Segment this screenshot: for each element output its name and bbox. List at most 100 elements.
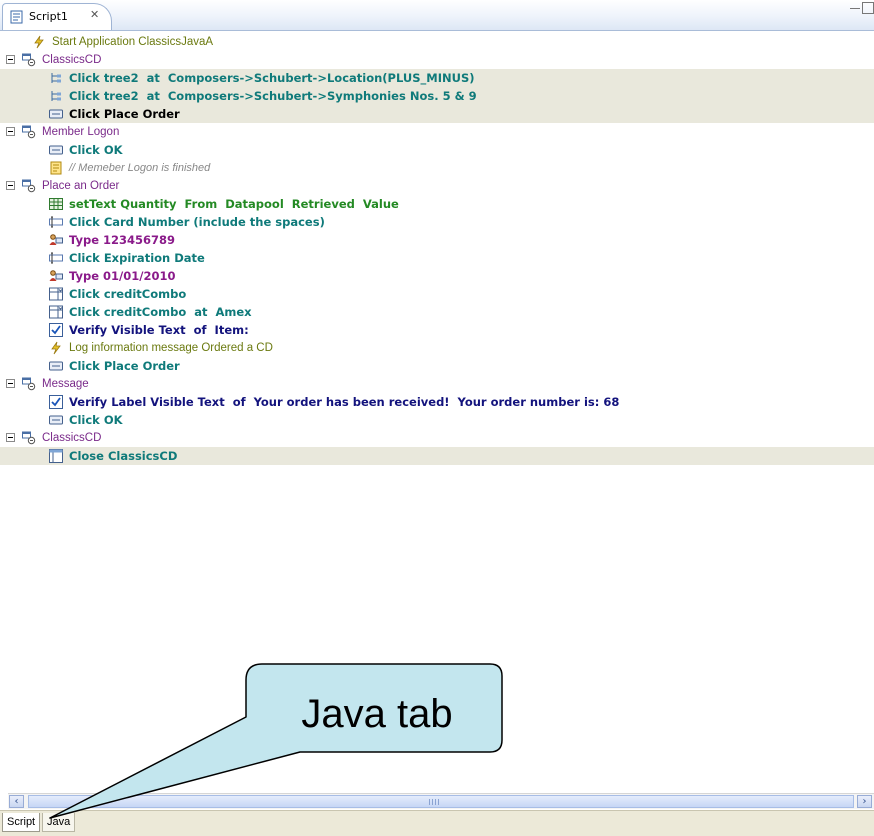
- step-target: Place Order: [103, 359, 180, 373]
- combo-icon: [49, 287, 63, 301]
- tree-step-row[interactable]: Verify Visible Text of Item:: [0, 321, 874, 339]
- tree-step-row[interactable]: Click tree2 at Composers->Schubert->Loca…: [0, 69, 874, 87]
- tree-group-row[interactable]: Place an Order: [0, 177, 874, 195]
- step-label: setText Quantity From Datapool Retrieved…: [69, 195, 399, 213]
- group-label: ClassicsCD: [42, 432, 102, 444]
- group-label: ClassicsCD: [42, 54, 102, 66]
- tree-step-row[interactable]: Click Expiration Date: [0, 249, 874, 267]
- tree-step-row[interactable]: Type 01/01/2010: [0, 267, 874, 285]
- datapool-icon: [49, 197, 63, 211]
- step-label: Click Place Order: [69, 105, 180, 123]
- group-label: Message: [42, 378, 89, 390]
- tree-step-row[interactable]: Click OK: [0, 141, 874, 159]
- button-icon: [49, 107, 63, 121]
- tree-step-row[interactable]: Click OK: [0, 411, 874, 429]
- type-icon: [49, 269, 63, 283]
- tree-step-row[interactable]: Click Place Order: [0, 357, 874, 375]
- horizontal-scrollbar[interactable]: ‹ ›: [8, 793, 874, 809]
- script-file-icon: [10, 10, 23, 24]
- step-verb: Verify: [69, 395, 108, 409]
- step-target: creditCombo: [103, 287, 187, 301]
- tree-step-row[interactable]: Click creditCombo: [0, 285, 874, 303]
- maximize-icon[interactable]: [862, 2, 874, 14]
- textfield-icon: [49, 251, 63, 265]
- comment-icon: [49, 161, 63, 175]
- tree-step-row[interactable]: Verify Label Visible Text of Your order …: [0, 393, 874, 411]
- step-label: Close ClassicsCD: [69, 447, 177, 465]
- tree-step-row[interactable]: Click creditCombo at Amex: [0, 303, 874, 321]
- scroll-grip-icon: [429, 799, 439, 805]
- step-verb: Click: [69, 215, 100, 229]
- step-label: Click Expiration Date: [69, 249, 205, 267]
- step-target: Quantity From Datapool Retrieved Value: [120, 197, 399, 211]
- tree-step-row[interactable]: Click Card Number (include the spaces): [0, 213, 874, 231]
- step-verb: Click: [69, 89, 100, 103]
- tab-label: Script1: [29, 10, 68, 23]
- tree-step-row[interactable]: Start Application ClassicsJavaA: [0, 33, 874, 51]
- step-verb: Click: [69, 413, 100, 427]
- step-target: Label Visible Text of Your order has bee…: [111, 395, 620, 409]
- button-icon: [49, 413, 63, 427]
- step-target: OK: [103, 143, 123, 157]
- step-label: Verify Label Visible Text of Your order …: [69, 393, 619, 411]
- step-target: 01/01/2010: [103, 269, 176, 283]
- tree-group-row[interactable]: ClassicsCD: [0, 429, 874, 447]
- button-icon: [49, 359, 63, 373]
- tree-icon: [49, 71, 63, 85]
- step-verb: Click: [69, 359, 100, 373]
- step-text: Start Application ClassicsJavaA: [52, 36, 214, 48]
- step-verb: Click: [69, 251, 100, 265]
- collapse-icon[interactable]: [6, 55, 15, 64]
- step-verb: Click: [69, 287, 100, 301]
- tree-step-row[interactable]: Click tree2 at Composers->Schubert->Symp…: [0, 87, 874, 105]
- window-group-icon: [22, 53, 36, 67]
- tree-step-row[interactable]: // Memeber Logon is finished: [0, 159, 874, 177]
- step-verb: setText: [69, 197, 117, 211]
- collapse-icon[interactable]: [6, 379, 15, 388]
- collapse-icon[interactable]: [6, 433, 15, 442]
- scroll-thumb[interactable]: [28, 795, 854, 808]
- tree-group-row[interactable]: Message: [0, 375, 874, 393]
- step-label: Click tree2 at Composers->Schubert->Symp…: [69, 87, 477, 105]
- step-label: Click tree2 at Composers->Schubert->Loca…: [69, 69, 475, 87]
- step-verb: Type: [69, 269, 100, 283]
- type-icon: [49, 233, 63, 247]
- editor-tab-strip: Script1 ✕: [0, 0, 874, 31]
- tree-icon: [49, 89, 63, 103]
- tree-group-row[interactable]: Member Logon: [0, 123, 874, 141]
- scroll-right-button[interactable]: ›: [857, 795, 872, 808]
- tab-java[interactable]: Java: [42, 813, 76, 832]
- collapse-icon[interactable]: [6, 181, 15, 190]
- collapse-icon[interactable]: [6, 127, 15, 136]
- close-icon[interactable]: ✕: [90, 8, 99, 21]
- tree-step-row[interactable]: Close ClassicsCD: [0, 447, 874, 465]
- step-verb: Verify: [69, 323, 108, 337]
- minimize-icon[interactable]: [849, 2, 861, 14]
- step-target: tree2 at Composers->Schubert->Location(P…: [103, 71, 475, 85]
- tab-script1[interactable]: Script1 ✕: [2, 3, 112, 30]
- tree-group-row[interactable]: ClassicsCD: [0, 51, 874, 69]
- step-verb: Type: [69, 233, 100, 247]
- scroll-left-button[interactable]: ‹: [9, 795, 24, 808]
- button-icon: [49, 143, 63, 157]
- group-label: Member Logon: [42, 126, 120, 138]
- log-icon: [49, 341, 63, 355]
- group-label: Place an Order: [42, 180, 120, 192]
- step-target: Card Number (include the spaces): [103, 215, 325, 229]
- step-label: Type 123456789: [69, 231, 175, 249]
- tree-step-row[interactable]: setText Quantity From Datapool Retrieved…: [0, 195, 874, 213]
- log-icon: [32, 35, 46, 49]
- step-label: Click OK: [69, 141, 123, 159]
- tree-step-row[interactable]: Click Place Order: [0, 105, 874, 123]
- verify-icon: [49, 323, 63, 337]
- tab-script[interactable]: Script: [2, 813, 41, 832]
- window-group-icon: [22, 125, 36, 139]
- tree-step-row[interactable]: Log information message Ordered a CD: [0, 339, 874, 357]
- step-target: Expiration Date: [103, 251, 205, 265]
- tree-step-row[interactable]: Type 123456789: [0, 231, 874, 249]
- step-text: Log information message Ordered a CD: [69, 342, 273, 354]
- step-label: Click Card Number (include the spaces): [69, 213, 325, 231]
- step-target: Place Order: [103, 107, 180, 121]
- step-verb: Click: [69, 71, 100, 85]
- step-label: Verify Visible Text of Item:: [69, 321, 249, 339]
